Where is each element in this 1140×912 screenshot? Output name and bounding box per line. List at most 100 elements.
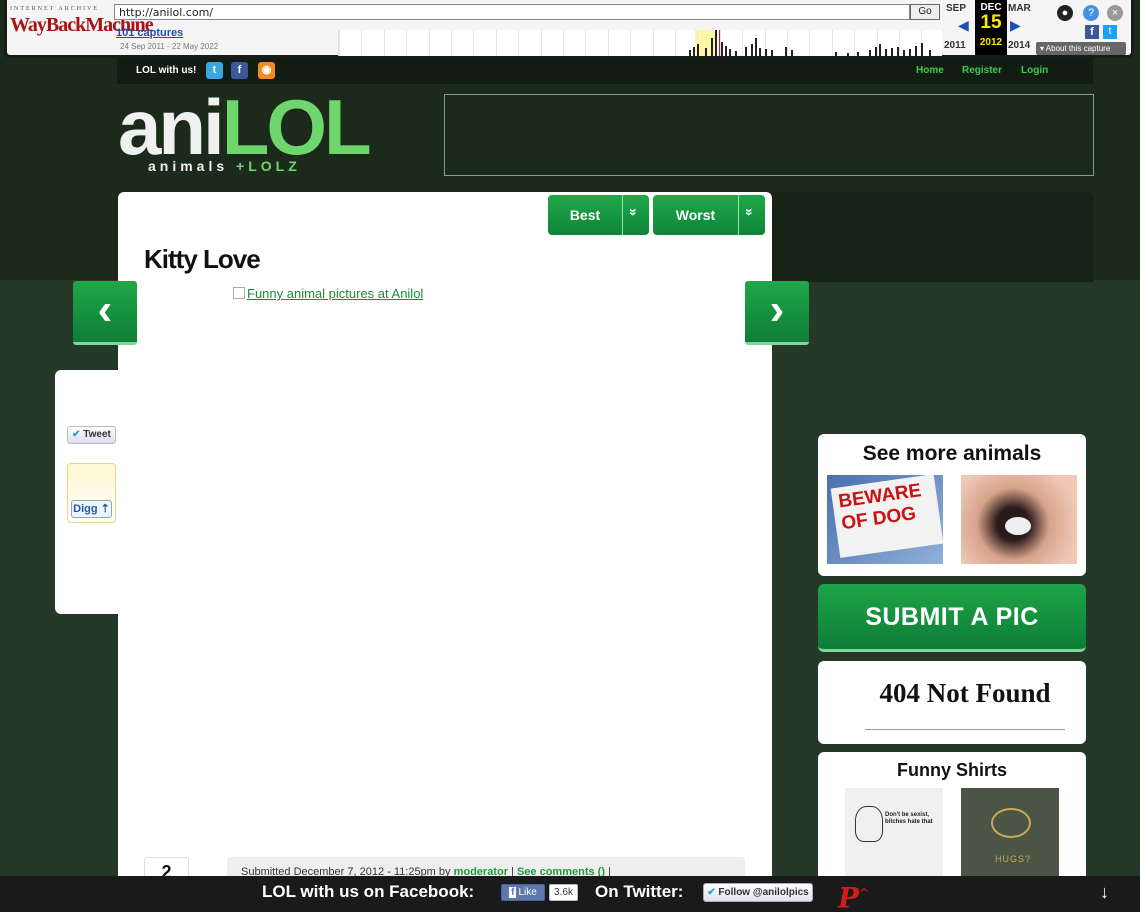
- best-button[interactable]: Best »: [548, 195, 649, 235]
- twitter-icon[interactable]: t: [206, 62, 223, 79]
- sparkline-year-divider: [428, 30, 430, 56]
- wayback-captures-link[interactable]: 101 captures: [116, 27, 183, 39]
- digg-label: Digg: [73, 503, 98, 515]
- nav-login-link[interactable]: Login: [1021, 65, 1048, 76]
- wayback-next-year[interactable]: 2014: [1008, 40, 1030, 51]
- sparkline-bar: [903, 50, 905, 56]
- wayback-about-label: About this capture: [1045, 44, 1111, 53]
- facebook-icon[interactable]: f: [231, 62, 248, 79]
- logo-tagline-plus: +: [236, 158, 249, 174]
- sparkline-year-divider: [809, 30, 811, 56]
- sparkline-bar: [697, 44, 699, 56]
- wayback-prev-arrow-icon[interactable]: ◀: [958, 17, 969, 34]
- facebook-like-button[interactable]: f Like: [501, 884, 545, 901]
- sparkline-year-divider: [787, 30, 788, 56]
- wayback-next-arrow-icon[interactable]: ▶: [1010, 17, 1021, 34]
- sparkline-bar: [785, 47, 787, 56]
- thumbnail-beware-dog[interactable]: BEWARE OF DOG: [827, 475, 943, 564]
- post-image-link[interactable]: Funny animal pictures at Anilol: [233, 286, 423, 301]
- thumbnail-rat[interactable]: [961, 475, 1077, 564]
- p-logo-sup: ^: [859, 886, 870, 900]
- shirt-thumbnail-hugs[interactable]: HUGS?: [961, 788, 1059, 880]
- sparkline-year-divider: [652, 30, 654, 56]
- wayback-logo[interactable]: INTERNET ARCHIVE WayBackMachine: [10, 6, 154, 46]
- sparkline-bar: [897, 47, 899, 56]
- sparkline-year-divider: [383, 30, 385, 56]
- worst-button[interactable]: Worst »: [653, 195, 765, 235]
- close-icon[interactable]: ×: [1107, 5, 1123, 21]
- wayback-about-capture[interactable]: ▾ About this capture: [1036, 42, 1126, 55]
- sparkline-bar: [921, 43, 923, 56]
- worst-label: Worst: [675, 207, 716, 223]
- twitter-cta: On Twitter:: [595, 882, 684, 901]
- sparkline-bar: [915, 46, 917, 56]
- wayback-prev-year[interactable]: 2011: [944, 40, 966, 51]
- wayback-sparkline[interactable]: [338, 30, 942, 56]
- arrow-down-icon[interactable]: ↓: [1100, 882, 1109, 903]
- sparkline-bar: [909, 49, 911, 56]
- sparkline-bar: [725, 46, 727, 56]
- sparkline-bar: [835, 52, 837, 56]
- sparkline-bar: [755, 38, 757, 56]
- digg-button[interactable]: Digg ⇡: [71, 500, 112, 518]
- prev-post-button[interactable]: ‹: [73, 281, 137, 345]
- wayback-cur-day: 15: [980, 12, 1002, 33]
- best-divider: [622, 195, 623, 235]
- facebook-icon[interactable]: f: [1085, 25, 1099, 39]
- sparkline-year-divider: [854, 30, 856, 56]
- sparkline-bar: [875, 47, 877, 56]
- sparkline-bar: [929, 50, 931, 56]
- logo-tagline-left: animals: [148, 158, 237, 174]
- wayback-date-range: 24 Sep 2011 - 22 May 2022: [120, 42, 219, 51]
- submit-pic-button[interactable]: SUBMIT A PIC: [818, 584, 1086, 652]
- nav-home-link[interactable]: Home: [916, 65, 944, 76]
- wayback-prev-month[interactable]: SEP: [946, 3, 966, 14]
- twitter-bird-icon: ✔: [72, 429, 81, 440]
- sparkline-bar: [759, 48, 761, 56]
- help-icon[interactable]: ?: [1083, 5, 1099, 21]
- lol-with-us-label: LOL with us!: [136, 65, 197, 76]
- wayback-next-month[interactable]: MAR: [1008, 3, 1031, 14]
- follow-label: Follow @anilolpics: [718, 887, 809, 898]
- chevron-down-icon[interactable]: »: [742, 208, 758, 216]
- more-animals-title: See more animals: [862, 442, 1042, 465]
- sparkline-bar: [689, 50, 691, 56]
- wayback-go-button[interactable]: Go: [910, 4, 940, 20]
- sparkline-year-divider: [585, 30, 587, 56]
- funny-shirts-title: Funny Shirts: [896, 760, 1007, 780]
- twitter-icon[interactable]: t: [1103, 25, 1117, 39]
- wayback-logo-main: WayBackMachine: [10, 14, 154, 36]
- chevron-down-icon[interactable]: »: [626, 208, 642, 216]
- sparkline-bar: [711, 38, 713, 56]
- shirt-2-text: HUGS?: [995, 854, 1032, 864]
- sparkline-year-divider: [607, 30, 609, 56]
- sparkline-year-divider: [406, 30, 408, 56]
- next-post-button[interactable]: ›: [745, 281, 809, 345]
- sparkline-year-divider: [495, 30, 497, 56]
- notfound-heading: 404 Not Found: [879, 678, 1051, 708]
- sparkline-bar: [721, 42, 723, 56]
- site-logo[interactable]: aniLOL: [118, 88, 372, 166]
- tweet-label: Tweet: [83, 429, 111, 440]
- like-count: 3.6k: [549, 884, 578, 901]
- tweet-button[interactable]: ✔ Tweet: [67, 426, 116, 444]
- right-column-header: [772, 192, 1094, 282]
- sparkline-bar: [847, 53, 849, 56]
- sparkline-year-divider: [540, 30, 542, 56]
- rss-icon[interactable]: ◉: [258, 62, 275, 79]
- shirt-1-text: Don't be sexist, bitches hate that: [885, 812, 933, 825]
- p-logo-icon[interactable]: P^: [838, 878, 869, 912]
- nav-register-link[interactable]: Register: [962, 65, 1002, 76]
- wayback-url-input[interactable]: http://anilol.com/: [114, 4, 910, 20]
- ad-banner: [444, 94, 1094, 176]
- facebook-icon: f: [509, 887, 517, 898]
- broken-image-icon: [233, 287, 245, 299]
- wayback-logo-top: INTERNET ARCHIVE: [10, 6, 100, 12]
- sparkline-year-divider: [451, 30, 452, 56]
- user-icon[interactable]: ●: [1057, 5, 1073, 21]
- twitter-follow-button[interactable]: ✔ Follow @anilolpics: [703, 883, 813, 902]
- twitter-bird-icon: ✔: [707, 887, 716, 898]
- sparkline-year-divider: [563, 30, 564, 56]
- shirt-thumbnail-sexist[interactable]: Don't be sexist, bitches hate that: [845, 788, 943, 880]
- sparkline-year-divider: [899, 30, 900, 56]
